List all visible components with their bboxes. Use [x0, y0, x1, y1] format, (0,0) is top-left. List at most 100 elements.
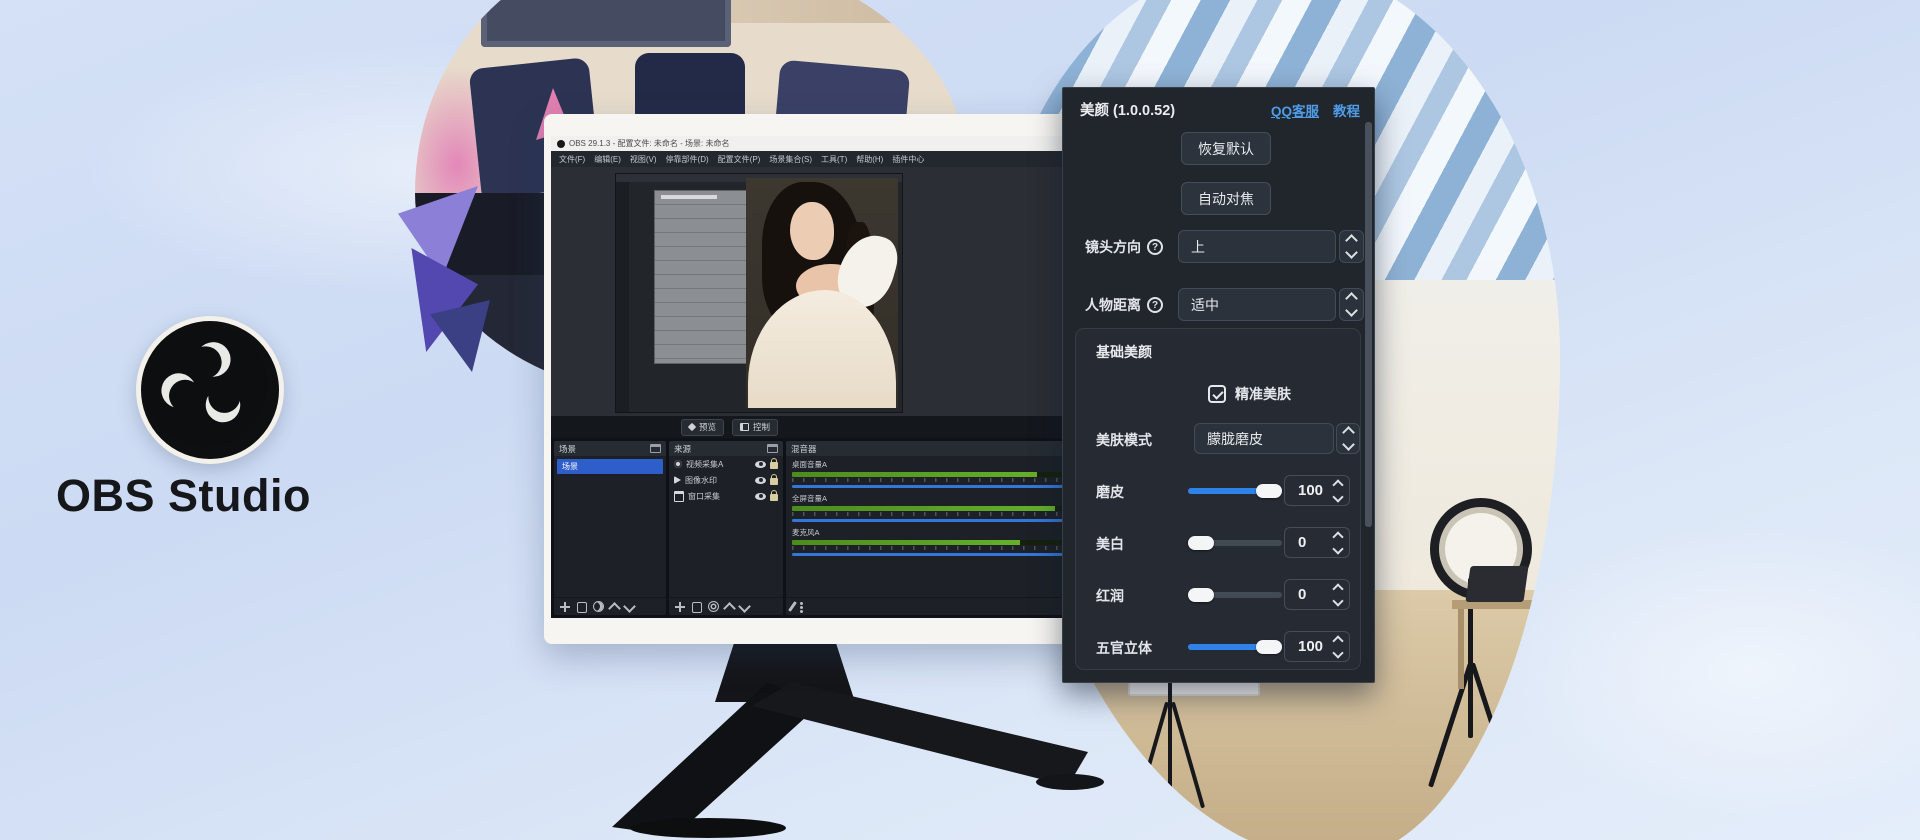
obs-logo-icon	[557, 140, 565, 148]
help-icon[interactable]: ?	[1147, 239, 1163, 255]
menu-edit[interactable]: 编辑(E)	[594, 154, 621, 165]
chevron-down-icon[interactable]	[1332, 543, 1343, 554]
tutorial-link[interactable]: 教程	[1333, 100, 1360, 120]
volume-slider[interactable]	[792, 485, 1084, 488]
checkbox-checked-icon[interactable]	[1208, 385, 1226, 403]
lock-icon[interactable]	[770, 494, 778, 501]
window-title: OBS 29.1.3 - 配置文件: 未命名 - 场景: 未命名	[569, 138, 729, 149]
dock-collapse-icon[interactable]	[650, 444, 661, 453]
visibility-eye-icon[interactable]	[755, 477, 766, 484]
beauty-plugin-panel: 美颜 (1.0.0.52) QQ客服 教程 恢复默认 自动对焦 镜头方向 ? 上…	[1062, 87, 1375, 683]
qq-support-link[interactable]: QQ客服	[1271, 100, 1319, 120]
channel-name: 麦克风A	[792, 527, 820, 538]
move-source-up-icon[interactable]	[723, 602, 736, 615]
chevron-down-icon[interactable]	[1345, 246, 1358, 259]
obs-titlebar: OBS 29.1.3 - 配置文件: 未命名 - 场景: 未命名	[551, 136, 1093, 151]
portrait-face	[790, 202, 834, 260]
slider-handle[interactable]	[1256, 640, 1282, 654]
tab-control[interactable]: 控制	[732, 419, 778, 436]
menu-docks[interactable]: 停靠部件(D)	[666, 154, 709, 165]
skin-mode-select[interactable]: 朦胧磨皮	[1194, 423, 1334, 454]
obs-preview-area	[551, 167, 1093, 416]
skin-mode-stepper[interactable]	[1336, 423, 1360, 454]
panel-scrollbar[interactable]	[1365, 122, 1372, 527]
source-properties-icon[interactable]	[708, 601, 719, 612]
chevron-up-icon[interactable]	[1332, 635, 1343, 646]
autofocus-button[interactable]: 自动对焦	[1181, 182, 1271, 215]
menu-plugin-center[interactable]: 插件中心	[892, 154, 924, 165]
whitening-value[interactable]: 0	[1284, 527, 1350, 558]
chevron-down-icon[interactable]	[1345, 304, 1358, 317]
chevron-up-icon[interactable]	[1345, 234, 1358, 247]
source-name: 视频采集A	[686, 459, 751, 470]
dock-collapse-icon[interactable]	[767, 444, 778, 453]
scene-item-selected[interactable]: 场景	[557, 459, 663, 474]
smooth-skin-slider[interactable]	[1188, 488, 1282, 494]
menu-view[interactable]: 视图(V)	[630, 154, 657, 165]
chevron-down-icon[interactable]	[1332, 595, 1343, 606]
more-options-icon[interactable]	[800, 602, 803, 605]
chevron-up-icon[interactable]	[1332, 479, 1343, 490]
scenes-dock-title: 场景	[559, 443, 576, 455]
menu-scene-collection[interactable]: 场景集合(S)	[769, 154, 812, 165]
chevron-up-icon[interactable]	[1345, 292, 1358, 305]
move-scene-up-icon[interactable]	[608, 602, 621, 615]
mixer-channel: 桌面音量A 0.0 dB	[786, 456, 1090, 490]
chevron-up-icon[interactable]	[1332, 531, 1343, 542]
scene-filter-icon[interactable]	[593, 601, 604, 612]
restore-default-button[interactable]: 恢复默认	[1181, 132, 1271, 165]
smooth-skin-value[interactable]: 100	[1284, 475, 1350, 506]
meter-ticks	[792, 512, 1084, 516]
whitening-slider[interactable]	[1188, 540, 1282, 546]
rosy-slider[interactable]	[1188, 592, 1282, 598]
menu-file[interactable]: 文件(F)	[559, 154, 585, 165]
help-icon[interactable]: ?	[1147, 297, 1163, 313]
slider-handle[interactable]	[1256, 484, 1282, 498]
skin-mode-label: 美肤模式	[1096, 430, 1152, 450]
source-row[interactable]: 视频采集A	[669, 456, 783, 472]
visibility-eye-icon[interactable]	[755, 461, 766, 468]
beauty-panel-title: 美颜 (1.0.0.52)	[1080, 99, 1175, 120]
slider-handle[interactable]	[1188, 536, 1214, 550]
menu-profile[interactable]: 配置文件(P)	[718, 154, 761, 165]
move-source-down-icon[interactable]	[738, 600, 751, 613]
scenes-dock-header: 场景	[554, 441, 666, 456]
slider-handle[interactable]	[1188, 588, 1214, 602]
add-source-icon[interactable]	[674, 601, 686, 613]
menu-help[interactable]: 帮助(H)	[856, 154, 883, 165]
remove-source-icon[interactable]	[692, 602, 702, 613]
lock-icon[interactable]	[770, 462, 778, 469]
tab-preview[interactable]: 预览	[681, 419, 724, 436]
remove-scene-icon[interactable]	[577, 602, 587, 613]
obs-studio-wordmark: OBS Studio	[56, 470, 386, 522]
volume-slider[interactable]	[792, 553, 1084, 556]
chevron-down-icon[interactable]	[1332, 647, 1343, 658]
face-3d-value[interactable]: 100	[1284, 631, 1350, 662]
chevron-down-icon[interactable]	[1342, 438, 1355, 451]
lens-direction-stepper[interactable]	[1339, 230, 1364, 263]
source-name: 图像水印	[685, 475, 751, 486]
obs-logo	[136, 316, 284, 464]
volume-meter	[792, 540, 1084, 545]
volume-slider[interactable]	[792, 519, 1084, 522]
lens-direction-select[interactable]: 上	[1178, 230, 1336, 263]
lock-icon[interactable]	[770, 478, 778, 485]
volume-meter	[792, 472, 1084, 477]
menu-tools[interactable]: 工具(T)	[821, 154, 847, 165]
precise-skin-checkbox[interactable]: 精准美肤	[1208, 384, 1291, 404]
rosy-value[interactable]: 0	[1284, 579, 1350, 610]
face-3d-slider[interactable]	[1188, 644, 1282, 650]
mixer-config-icon[interactable]	[788, 601, 797, 612]
person-distance-stepper[interactable]	[1339, 288, 1364, 321]
visibility-eye-icon[interactable]	[755, 493, 766, 500]
monitor: OBS 29.1.3 - 配置文件: 未命名 - 场景: 未命名 文件(F) 编…	[544, 114, 1100, 644]
source-row[interactable]: 图像水印	[669, 472, 783, 488]
add-scene-icon[interactable]	[559, 601, 571, 613]
move-scene-down-icon[interactable]	[623, 600, 636, 613]
source-row[interactable]: 窗口采集	[669, 488, 783, 504]
chevron-up-icon[interactable]	[1332, 583, 1343, 594]
captured-window-toolbar	[616, 182, 629, 412]
lens-direction-value: 上	[1191, 237, 1205, 257]
chevron-down-icon[interactable]	[1332, 491, 1343, 502]
person-distance-select[interactable]: 适中	[1178, 288, 1336, 321]
